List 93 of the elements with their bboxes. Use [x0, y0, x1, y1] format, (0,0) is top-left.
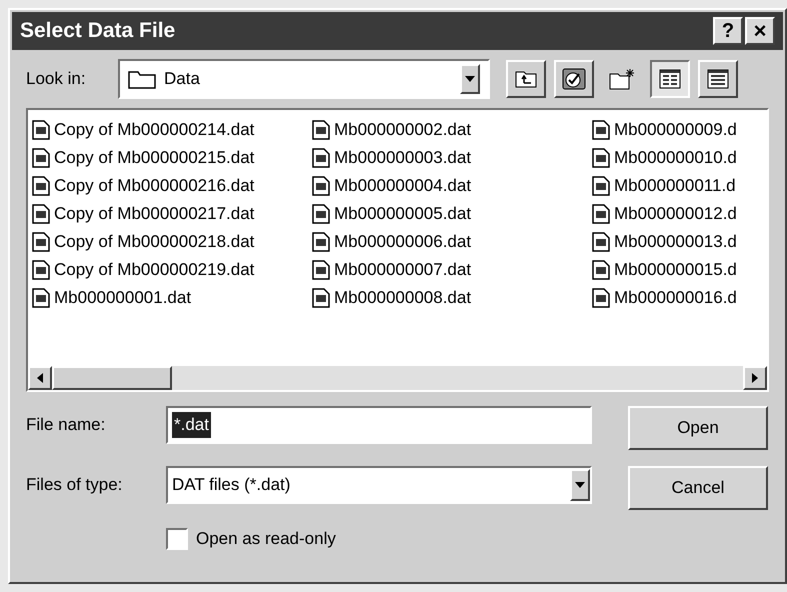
- file-item[interactable]: Copy of Mb000000215.dat: [32, 144, 312, 172]
- cancel-button[interactable]: Cancel: [628, 466, 768, 510]
- file-name: Copy of Mb000000216.dat: [54, 175, 254, 198]
- file-name: Mb000000015.d: [614, 259, 737, 282]
- folder-icon: [128, 69, 156, 89]
- file-item[interactable]: Mb000000016.d: [592, 284, 767, 312]
- file-item[interactable]: Mb000000012.d: [592, 200, 767, 228]
- file-name: Mb000000011.d: [614, 175, 736, 198]
- new-folder-icon: [609, 68, 635, 90]
- file-icon: [312, 120, 330, 140]
- scrollbar-thumb[interactable]: [52, 366, 172, 390]
- file-name: Copy of Mb000000214.dat: [54, 119, 254, 142]
- file-name-value: *.dat: [172, 412, 211, 438]
- dropdown-arrow-icon: [575, 482, 585, 488]
- file-item[interactable]: Mb000000006.dat: [312, 228, 592, 256]
- file-name: Mb000000008.dat: [334, 287, 472, 310]
- file-name: Copy of Mb000000218.dat: [54, 231, 254, 254]
- file-item[interactable]: Copy of Mb000000214.dat: [32, 116, 312, 144]
- file-item[interactable]: Copy of Mb000000217.dat: [32, 200, 312, 228]
- file-name: Mb000000002.dat: [334, 119, 472, 142]
- file-name: Copy of Mb000000219.dat: [54, 259, 254, 282]
- read-only-checkbox[interactable]: [166, 528, 188, 550]
- file-icon: [32, 232, 50, 252]
- file-item[interactable]: Mb000000003.dat: [312, 144, 592, 172]
- dropdown-arrow-icon: [465, 76, 475, 82]
- file-item[interactable]: Mb000000015.d: [592, 256, 767, 284]
- file-type-label: Files of type:: [26, 474, 124, 496]
- file-item[interactable]: Copy of Mb000000219.dat: [32, 256, 312, 284]
- file-item[interactable]: Mb000000001.dat: [32, 284, 312, 312]
- file-icon: [592, 288, 610, 308]
- file-name: Copy of Mb000000215.dat: [54, 147, 254, 170]
- file-icon: [312, 204, 330, 224]
- file-name: Mb000000004.dat: [334, 175, 472, 198]
- file-item[interactable]: Copy of Mb000000218.dat: [32, 228, 312, 256]
- file-name: Copy of Mb000000217.dat: [54, 203, 254, 226]
- file-item[interactable]: Mb000000009.d: [592, 116, 767, 144]
- file-icon: [592, 260, 610, 280]
- file-item[interactable]: Mb000000002.dat: [312, 116, 592, 144]
- scroll-left-icon: [37, 373, 43, 383]
- file-icon: [312, 260, 330, 280]
- details-view-icon: [707, 69, 729, 89]
- file-name: Mb000000016.d: [614, 287, 737, 310]
- file-icon: [32, 120, 50, 140]
- view-button[interactable]: [650, 60, 690, 98]
- file-icon: [592, 148, 610, 168]
- open-button[interactable]: Open: [628, 406, 768, 450]
- file-name-field[interactable]: *.dat: [166, 406, 592, 444]
- file-type-value: DAT files (*.dat): [172, 474, 292, 496]
- file-item[interactable]: Mb000000013.d: [592, 228, 767, 256]
- file-icon: [32, 204, 50, 224]
- horizontal-scrollbar[interactable]: [28, 366, 767, 390]
- file-type-dropdown[interactable]: DAT files (*.dat): [166, 466, 592, 504]
- file-name-label: File name:: [26, 414, 106, 436]
- look-in-dropdown[interactable]: Data: [118, 59, 490, 99]
- file-name: Mb000000013.d: [614, 231, 737, 254]
- up-folder-button[interactable]: [506, 60, 546, 98]
- look-in-value: Data: [164, 68, 201, 90]
- file-name: Mb000000007.dat: [334, 259, 472, 282]
- window-title: Select Data File: [20, 18, 176, 44]
- read-only-label: Open as read-only: [196, 528, 336, 550]
- close-button[interactable]: ×: [745, 17, 775, 45]
- file-item[interactable]: Mb000000005.dat: [312, 200, 592, 228]
- file-icon: [32, 288, 50, 308]
- file-item[interactable]: Mb000000004.dat: [312, 172, 592, 200]
- file-name: Mb000000001.dat: [54, 287, 192, 310]
- file-icon: [592, 176, 610, 196]
- file-item[interactable]: Mb000000007.dat: [312, 256, 592, 284]
- file-icon: [32, 148, 50, 168]
- desktop-button[interactable]: [554, 60, 594, 98]
- file-name: Mb000000006.dat: [334, 231, 472, 254]
- file-icon: [312, 232, 330, 252]
- look-in-label: Look in:: [26, 68, 87, 90]
- file-icon: [312, 148, 330, 168]
- file-name: Mb000000010.d: [614, 147, 737, 170]
- help-button[interactable]: ?: [713, 17, 743, 45]
- file-icon: [32, 260, 50, 280]
- file-icon: [592, 232, 610, 252]
- file-item[interactable]: Mb000000011.d: [592, 172, 767, 200]
- file-item[interactable]: Mb000000008.dat: [312, 284, 592, 312]
- scroll-right-icon: [752, 373, 758, 383]
- file-icon: [312, 176, 330, 196]
- file-icon: [592, 204, 610, 224]
- file-item[interactable]: Copy of Mb000000216.dat: [32, 172, 312, 200]
- up-folder-icon: [515, 70, 537, 88]
- file-name: Mb000000009.d: [614, 119, 737, 142]
- file-icon: [32, 176, 50, 196]
- file-name: Mb000000005.dat: [334, 203, 472, 226]
- file-icon: [312, 288, 330, 308]
- list-view-icon: [659, 69, 681, 89]
- file-name: Mb000000003.dat: [334, 147, 472, 170]
- file-name: Mb000000012.d: [614, 203, 737, 226]
- file-item[interactable]: Mb000000010.d: [592, 144, 767, 172]
- file-icon: [592, 120, 610, 140]
